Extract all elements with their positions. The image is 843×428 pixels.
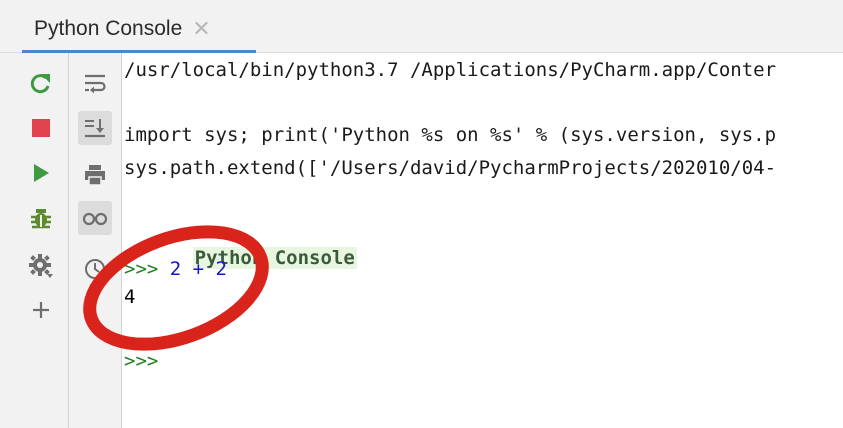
console-input: 2 + 2 xyxy=(158,258,227,280)
console-prompt: >>> xyxy=(124,350,159,372)
show-variables-icon[interactable] xyxy=(78,201,112,235)
python-console-window: Python Console ✕ /usr/local/bin/python3.… xyxy=(0,0,843,428)
console-output-value: 4 xyxy=(124,286,136,308)
console-secondary-toolbar xyxy=(69,53,122,428)
settings-icon[interactable] xyxy=(24,249,58,283)
history-icon[interactable] xyxy=(78,252,112,286)
tab-bar: Python Console ✕ xyxy=(0,0,843,54)
console-prompt-row[interactable]: >>> xyxy=(124,348,158,374)
console-import-line: import sys; print('Python %s on %s' % (s… xyxy=(124,124,777,146)
tab-label: Python Console xyxy=(34,17,183,40)
soft-wrap-icon[interactable] xyxy=(78,67,112,101)
stop-icon[interactable] xyxy=(24,111,58,145)
console-sys-path-line: sys.path.extend(['/Users/david/PycharmPr… xyxy=(124,157,777,179)
close-icon[interactable]: ✕ xyxy=(192,12,210,40)
console-command-line: /usr/local/bin/python3.7 /Applications/P… xyxy=(124,59,777,81)
tab-python-console[interactable]: Python Console ✕ xyxy=(22,0,256,52)
console-output[interactable]: /usr/local/bin/python3.7 /Applications/P… xyxy=(122,53,843,428)
console-prompt: >>> xyxy=(124,258,159,280)
add-icon[interactable] xyxy=(24,293,58,327)
console-input-row: >>> 2 + 2 xyxy=(124,256,227,282)
debug-icon[interactable] xyxy=(24,201,58,235)
run-icon[interactable] xyxy=(24,156,58,190)
console-primary-toolbar xyxy=(0,53,69,428)
scroll-to-end-icon[interactable] xyxy=(78,111,112,145)
rerun-icon[interactable] xyxy=(24,67,58,101)
print-icon[interactable] xyxy=(78,158,112,192)
